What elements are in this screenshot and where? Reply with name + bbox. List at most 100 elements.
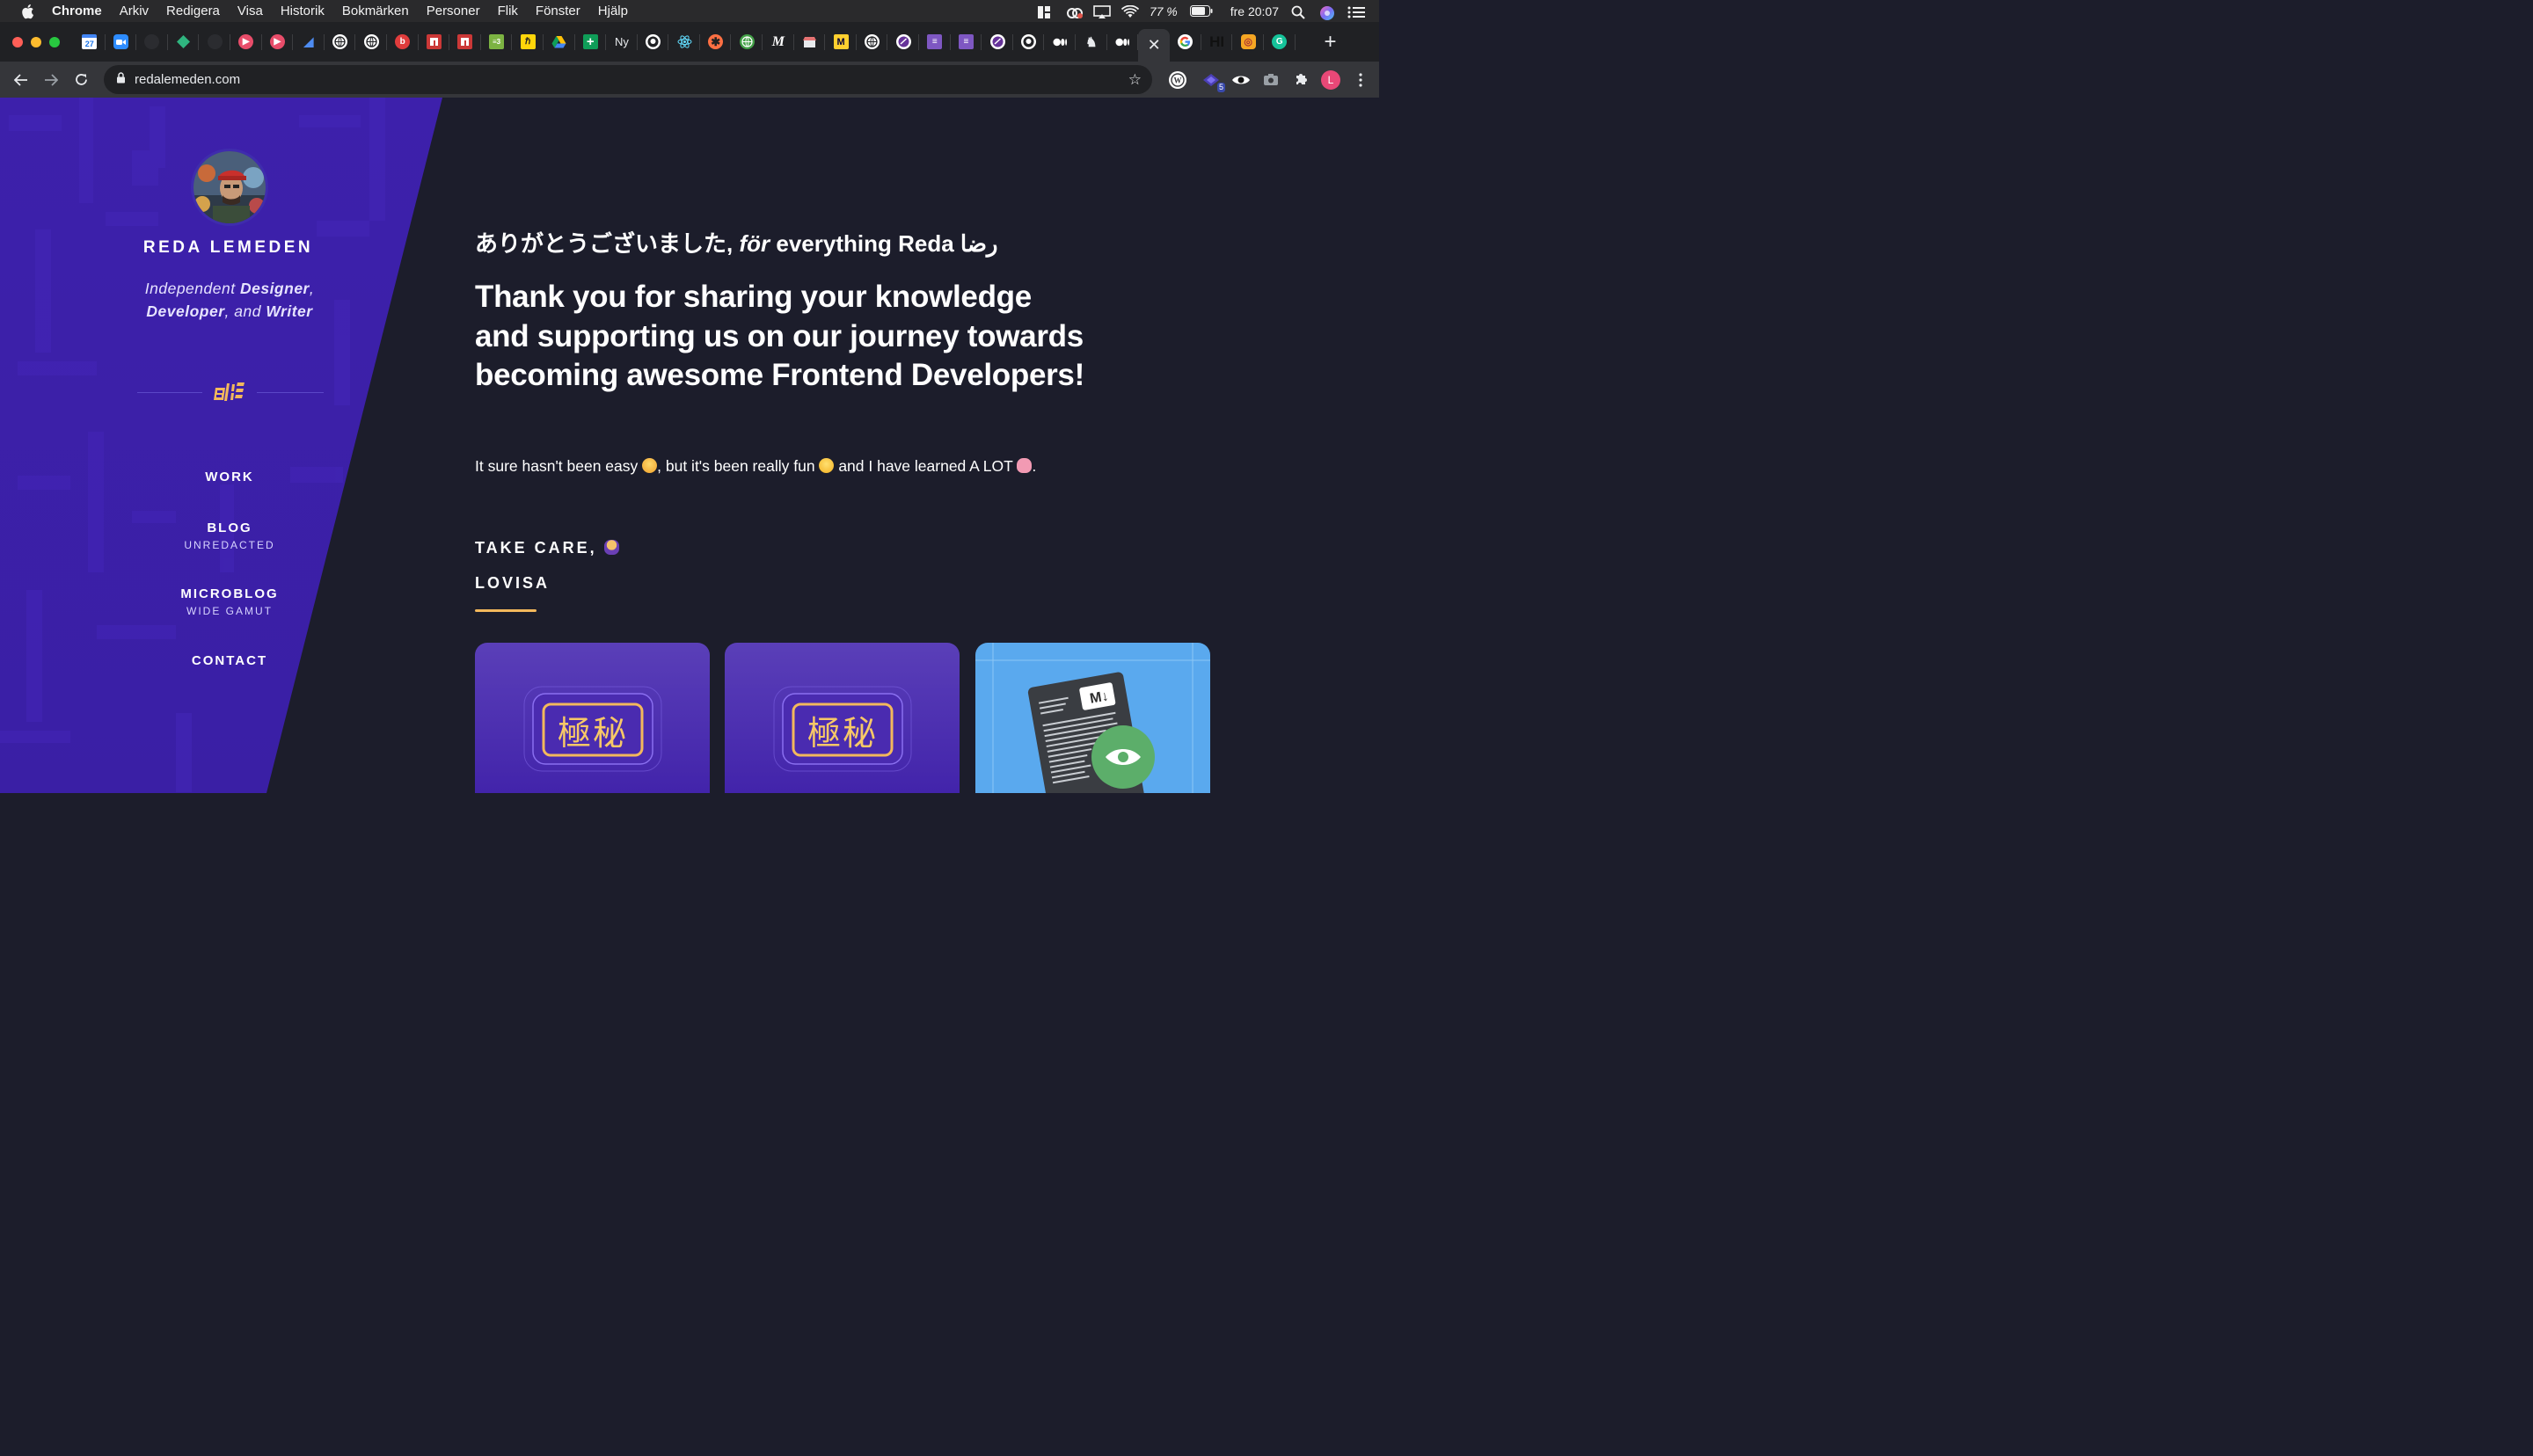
- chrome-menu-button[interactable]: [1351, 70, 1370, 90]
- window-layout-icon[interactable]: [1037, 5, 1053, 18]
- siri-icon[interactable]: [1319, 5, 1335, 20]
- tab-asterisk[interactable]: ✱: [700, 22, 732, 62]
- minimize-window-button[interactable]: [31, 36, 41, 47]
- tab-github-dark-2[interactable]: [199, 22, 230, 62]
- battery-icon[interactable]: [1189, 4, 1213, 18]
- tab-npm-2[interactable]: [449, 22, 481, 62]
- nav-work[interactable]: WORK: [137, 470, 322, 484]
- tab-grammarly[interactable]: G: [1264, 22, 1296, 62]
- menubar-clock[interactable]: fre 20:07: [1230, 4, 1279, 18]
- nav-microblog-sublabel: WIDE GAMUT: [186, 605, 273, 617]
- nav-microblog[interactable]: MICROBLOG WIDE GAMUT: [137, 586, 322, 617]
- signature-underline: [475, 609, 537, 612]
- kebab-menu-icon: [1359, 72, 1362, 87]
- tab-green-chart[interactable]: ≡3: [481, 22, 513, 62]
- nav-blog[interactable]: BLOG UNREDACTED: [137, 521, 322, 551]
- post-card-1[interactable]: 極秘: [475, 643, 710, 793]
- tab-drive[interactable]: [544, 22, 575, 62]
- nav-work-label[interactable]: WORK: [137, 470, 322, 484]
- tab-youtube-red[interactable]: ▶: [230, 22, 262, 62]
- nav-contact-label[interactable]: CONTACT: [137, 653, 322, 668]
- lock-icon[interactable]: [116, 71, 126, 88]
- post-card-2[interactable]: 極秘: [725, 643, 960, 793]
- apple-icon[interactable]: [19, 4, 35, 19]
- tab-globe-2[interactable]: [355, 22, 387, 62]
- menu-redigera[interactable]: Redigera: [166, 4, 220, 18]
- tab-zoom[interactable]: [106, 22, 137, 62]
- camera-extension[interactable]: [1261, 70, 1281, 90]
- back-button[interactable]: [6, 65, 36, 95]
- close-window-button[interactable]: [12, 36, 23, 47]
- profile-avatar[interactable]: L: [1321, 69, 1340, 90]
- chevron-extension[interactable]: 5: [1201, 70, 1225, 92]
- tab-npm[interactable]: [419, 22, 450, 62]
- tab-ny[interactable]: Ny: [606, 22, 638, 62]
- tab-globe-green[interactable]: [731, 22, 763, 62]
- wifi-icon[interactable]: [1121, 4, 1139, 18]
- tab-react[interactable]: [668, 22, 700, 62]
- globe-icon: [332, 34, 348, 49]
- tab-sketch[interactable]: [168, 22, 200, 62]
- menu-flik[interactable]: Flik: [498, 4, 518, 18]
- tab-github-1[interactable]: [638, 22, 669, 62]
- menu-historik[interactable]: Historik: [281, 4, 325, 18]
- reload-button[interactable]: [66, 65, 96, 95]
- tab-github-2[interactable]: [1013, 22, 1045, 62]
- wordpress-icon: W: [1169, 70, 1186, 89]
- address-bar[interactable]: redalemeden.com ☆: [104, 65, 1152, 94]
- tab-purple-box-1[interactable]: ≡: [919, 22, 951, 62]
- forward-button[interactable]: [36, 65, 66, 95]
- airplay-icon[interactable]: [1093, 4, 1111, 18]
- menu-fonster[interactable]: Fönster: [536, 4, 580, 18]
- close-tab-icon[interactable]: ✕: [1148, 36, 1161, 55]
- creative-cloud-icon[interactable]: [1065, 5, 1083, 18]
- tab-store[interactable]: [794, 22, 826, 62]
- tab-globe-3[interactable]: [857, 22, 888, 62]
- site-name-text[interactable]: REDA LEMEDEN: [143, 238, 313, 258]
- site-logo-icon[interactable]: [213, 381, 246, 404]
- tab-yellow[interactable]: ℏ: [512, 22, 544, 62]
- battery-percent: 77 %: [1149, 4, 1178, 18]
- tab-hi[interactable]: HI: [1201, 22, 1233, 62]
- tab-medium-2[interactable]: [1107, 22, 1139, 62]
- tab-medium-1[interactable]: [1044, 22, 1076, 62]
- greeting-for: för: [739, 230, 770, 257]
- tab-youtube-red-2[interactable]: ▶: [262, 22, 294, 62]
- extensions-puzzle-button[interactable]: [1291, 70, 1310, 90]
- zoom-window-button[interactable]: [49, 36, 60, 47]
- nav-contact[interactable]: CONTACT: [137, 653, 322, 668]
- tab-miro[interactable]: M: [825, 22, 857, 62]
- tab-active-redalemeden[interactable]: ✕: [1138, 29, 1171, 62]
- tab-medium-m[interactable]: M: [763, 22, 794, 62]
- bookmark-star-icon[interactable]: ☆: [1128, 71, 1142, 89]
- eye-extension[interactable]: [1231, 70, 1251, 90]
- tab-dog[interactable]: ♞: [1076, 22, 1107, 62]
- tab-orange[interactable]: ◎: [1232, 22, 1264, 62]
- wordpress-extension[interactable]: W: [1168, 70, 1187, 90]
- tab-gatsby[interactable]: [887, 22, 919, 62]
- tab-b-red[interactable]: b: [387, 22, 419, 62]
- new-tab-button[interactable]: +: [1313, 22, 1348, 62]
- tab-google[interactable]: [1170, 22, 1201, 62]
- post-card-3[interactable]: M↓: [975, 643, 1210, 793]
- tab-purple-box-2[interactable]: ≡: [951, 22, 982, 62]
- menu-bokmarken[interactable]: Bokmärken: [342, 4, 409, 18]
- tab-github-dark[interactable]: [136, 22, 168, 62]
- spotlight-search-icon[interactable]: [1291, 5, 1307, 19]
- tab-swoosh[interactable]: ◢: [293, 22, 325, 62]
- url-text[interactable]: redalemeden.com: [135, 72, 240, 87]
- menu-app-name[interactable]: Chrome: [52, 4, 102, 18]
- tab-gatsby-2[interactable]: [982, 22, 1013, 62]
- tab-calendar[interactable]: 27: [74, 22, 106, 62]
- tab-globe-1[interactable]: [325, 22, 356, 62]
- avatar[interactable]: [191, 149, 268, 226]
- menu-personer[interactable]: Personer: [427, 4, 480, 18]
- menu-arkiv[interactable]: Arkiv: [120, 4, 149, 18]
- tab-sheets-plus[interactable]: +: [575, 22, 607, 62]
- nav-microblog-label[interactable]: MICROBLOG: [137, 586, 322, 601]
- eye-icon: [1232, 76, 1250, 84]
- menu-hjalp[interactable]: Hjälp: [598, 4, 628, 18]
- menu-visa[interactable]: Visa: [237, 4, 263, 18]
- notification-center-icon[interactable]: [1347, 5, 1365, 18]
- nav-blog-label[interactable]: BLOG: [137, 521, 322, 535]
